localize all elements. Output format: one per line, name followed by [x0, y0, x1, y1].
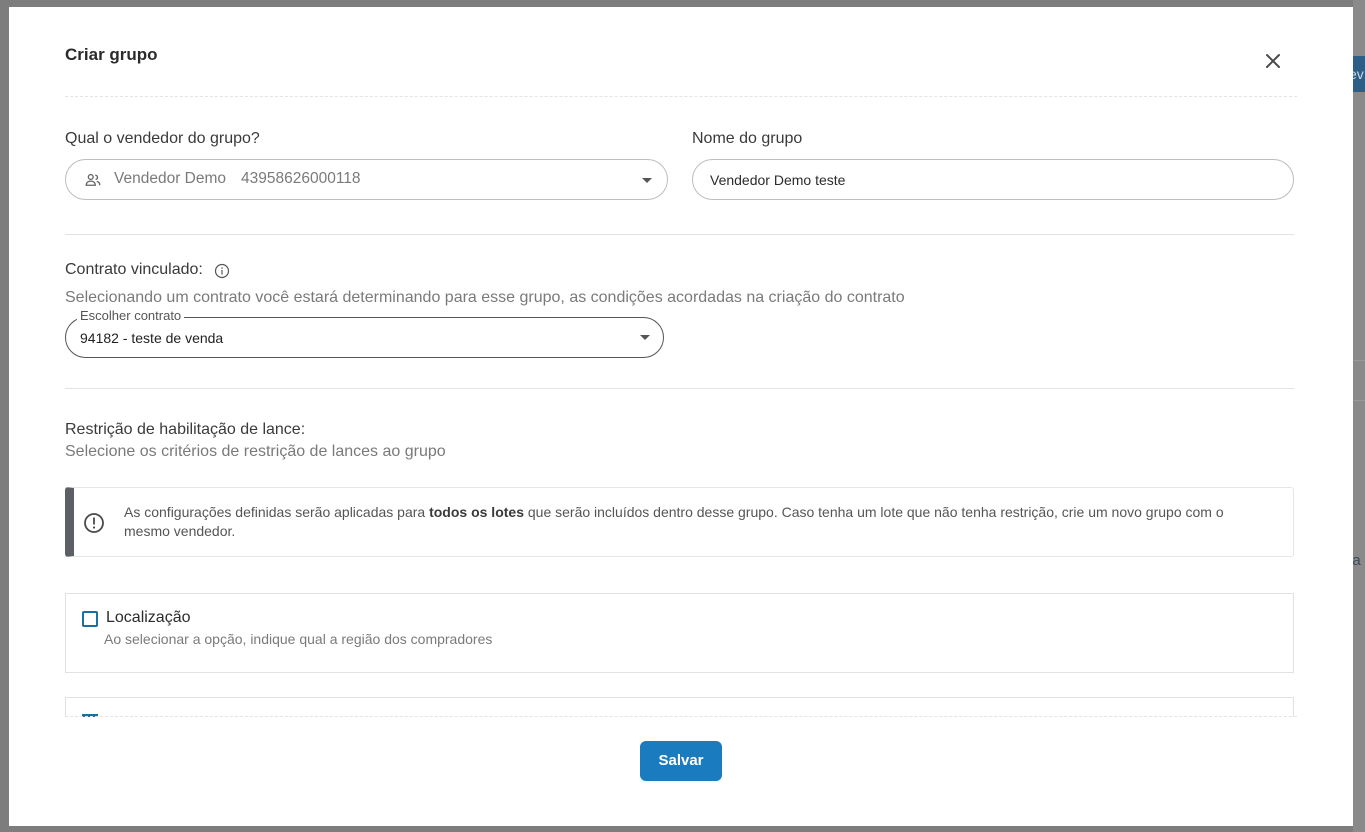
chevron-down-icon [640, 335, 650, 340]
close-button[interactable] [1261, 49, 1285, 73]
seller-label: Qual o vendedor do grupo? [65, 130, 260, 147]
chevron-down-icon [642, 178, 652, 183]
contract-label: Contrato vinculado: [65, 261, 203, 278]
seller-select[interactable]: Vendedor Demo 43958626000118 [65, 159, 668, 200]
section-divider [65, 388, 1294, 389]
alert-message: As configurações definidas serão aplicad… [124, 503, 1254, 541]
restriction-option-location: Localização Ao selecionar a opção, indiq… [65, 593, 1294, 673]
seller-selected-document: 43958626000118 [241, 170, 361, 187]
alert-message-prefix: As configurações definidas serão aplicad… [124, 504, 430, 520]
group-name-label: Nome do grupo [692, 130, 803, 147]
seller-selected-name: Vendedor Demo [114, 170, 227, 187]
background-divider [1353, 400, 1365, 401]
save-button[interactable]: Salvar [640, 741, 722, 781]
option-description: Ao selecionar a opção, indique qual a re… [104, 631, 493, 647]
option-title: Localização [106, 609, 191, 626]
contract-select-legend: Escolher contrato [77, 308, 185, 323]
section-divider [65, 234, 1294, 235]
restriction-title: Restrição de habilitação de lance: [65, 421, 306, 438]
info-icon[interactable] [214, 263, 230, 279]
background-page-edge [1353, 0, 1365, 832]
alert-circle-icon [84, 513, 104, 533]
background-divider [1353, 360, 1365, 361]
footer-divider [65, 716, 1297, 717]
contract-selected-value: 94182 - teste de venda [80, 330, 224, 346]
restriction-alert: As configurações definidas serão aplicad… [65, 487, 1294, 557]
contract-description: Selecionando um contrato você estará det… [65, 289, 905, 306]
users-icon [85, 173, 101, 186]
location-checkbox[interactable] [82, 611, 98, 627]
restriction-option-partial [65, 697, 1294, 717]
group-name-input[interactable] [692, 159, 1294, 200]
contract-select[interactable]: Escolher contrato 94182 - teste de venda [65, 308, 664, 358]
close-icon [1266, 54, 1280, 68]
header-divider [65, 96, 1297, 97]
alert-message-bold: todos os lotes [429, 504, 524, 520]
create-group-modal: Criar grupo Qual o vendedor do grupo? Ve… [9, 7, 1353, 826]
modal-title: Criar grupo [65, 45, 158, 64]
restriction-description: Selecione os critérios de restrição de l… [65, 443, 446, 460]
